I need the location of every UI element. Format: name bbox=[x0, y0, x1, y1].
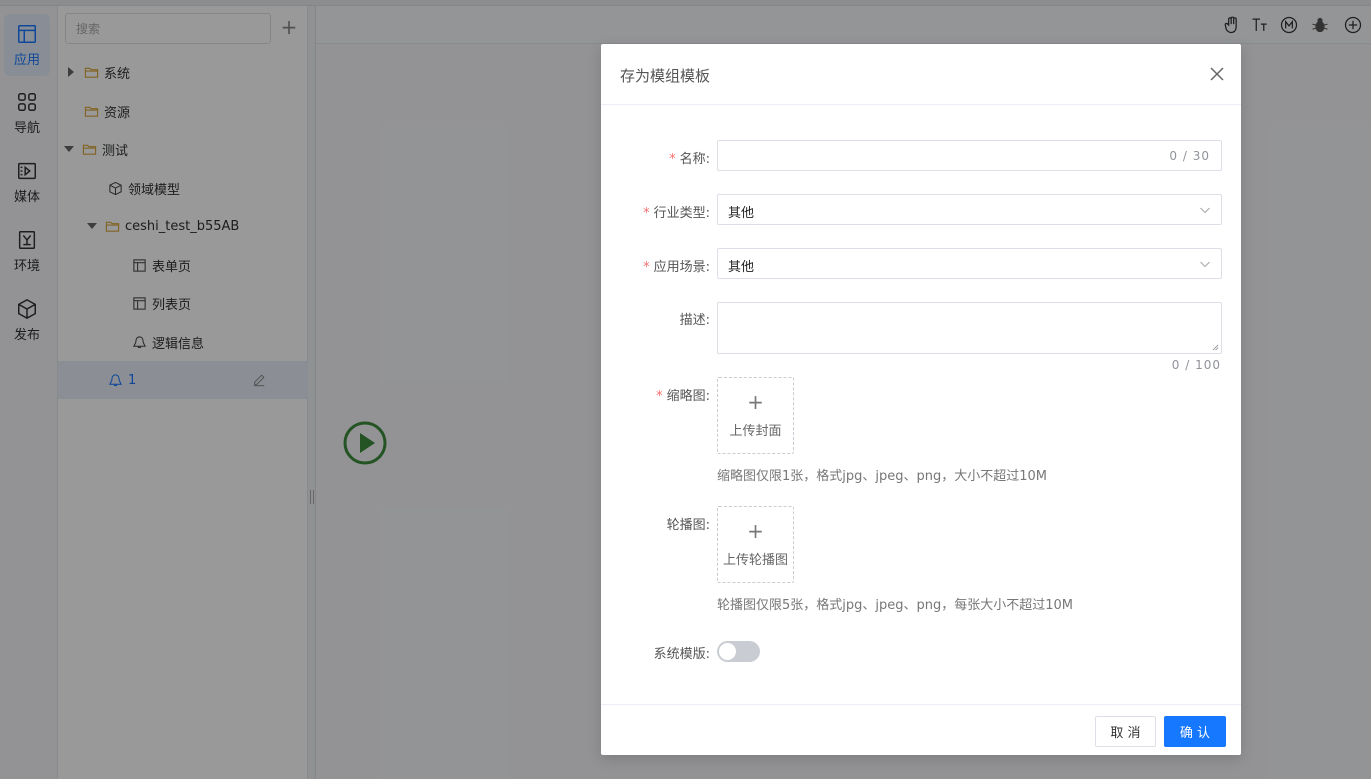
industry-label: * 行业类型: bbox=[643, 206, 710, 221]
cancel-button[interactable]: 取 消 bbox=[1095, 716, 1156, 747]
scene-select[interactable]: 其他 bbox=[717, 248, 1222, 279]
required-mark: * bbox=[669, 152, 676, 167]
dialog-header: 存为模组模板 bbox=[601, 44, 1241, 105]
name-input[interactable]: 0 / 30 bbox=[717, 140, 1222, 171]
required-mark: * bbox=[643, 260, 650, 275]
dialog-title: 存为模组模板 bbox=[620, 67, 711, 85]
carousel-upload[interactable]: + 上传轮播图 bbox=[717, 506, 794, 583]
upload-carousel-text: 上传轮播图 bbox=[722, 553, 788, 568]
plus-icon: + bbox=[747, 519, 764, 543]
name-label: * 名称: bbox=[669, 152, 710, 167]
industry-select[interactable]: 其他 bbox=[717, 194, 1222, 225]
thumbnail-upload[interactable]: + 上传封面 bbox=[717, 377, 794, 454]
scene-value: 其他 bbox=[728, 260, 755, 275]
close-icon[interactable] bbox=[1209, 66, 1225, 82]
plus-icon: + bbox=[747, 390, 764, 414]
confirm-button[interactable]: 确 认 bbox=[1164, 716, 1226, 747]
description-counter: 0 / 100 bbox=[1171, 358, 1221, 372]
description-label: 描述: bbox=[679, 313, 710, 328]
thumbnail-label: * 缩略图: bbox=[656, 389, 710, 404]
chevron-down-icon bbox=[1200, 261, 1210, 268]
system-template-switch[interactable] bbox=[717, 641, 760, 662]
switch-knob bbox=[719, 643, 736, 660]
dialog-footer: 取 消 确 认 bbox=[601, 704, 1241, 755]
required-mark: * bbox=[643, 206, 650, 221]
system-template-label: 系统模版: bbox=[653, 647, 710, 662]
resize-handle-icon[interactable] bbox=[1212, 344, 1219, 351]
name-counter: 0 / 30 bbox=[1169, 149, 1210, 163]
carousel-hint: 轮播图仅限5张，格式jpg、jpeg、png，每张大小不超过10M bbox=[717, 598, 1074, 613]
description-textarea[interactable] bbox=[717, 302, 1222, 354]
chevron-down-icon bbox=[1200, 207, 1210, 214]
upload-cover-text: 上传封面 bbox=[729, 424, 782, 439]
industry-value: 其他 bbox=[728, 206, 755, 221]
required-mark: * bbox=[656, 389, 663, 404]
save-template-dialog: 存为模组模板 * 名称: 0 / 30 * 行业类型: 其他 * 应用场景: 其他 描… bbox=[601, 44, 1241, 755]
scene-label: * 应用场景: bbox=[643, 260, 710, 275]
carousel-label: 轮播图: bbox=[666, 518, 710, 533]
thumbnail-hint: 缩略图仅限1张，格式jpg、jpeg、png，大小不超过10M bbox=[717, 469, 1048, 484]
